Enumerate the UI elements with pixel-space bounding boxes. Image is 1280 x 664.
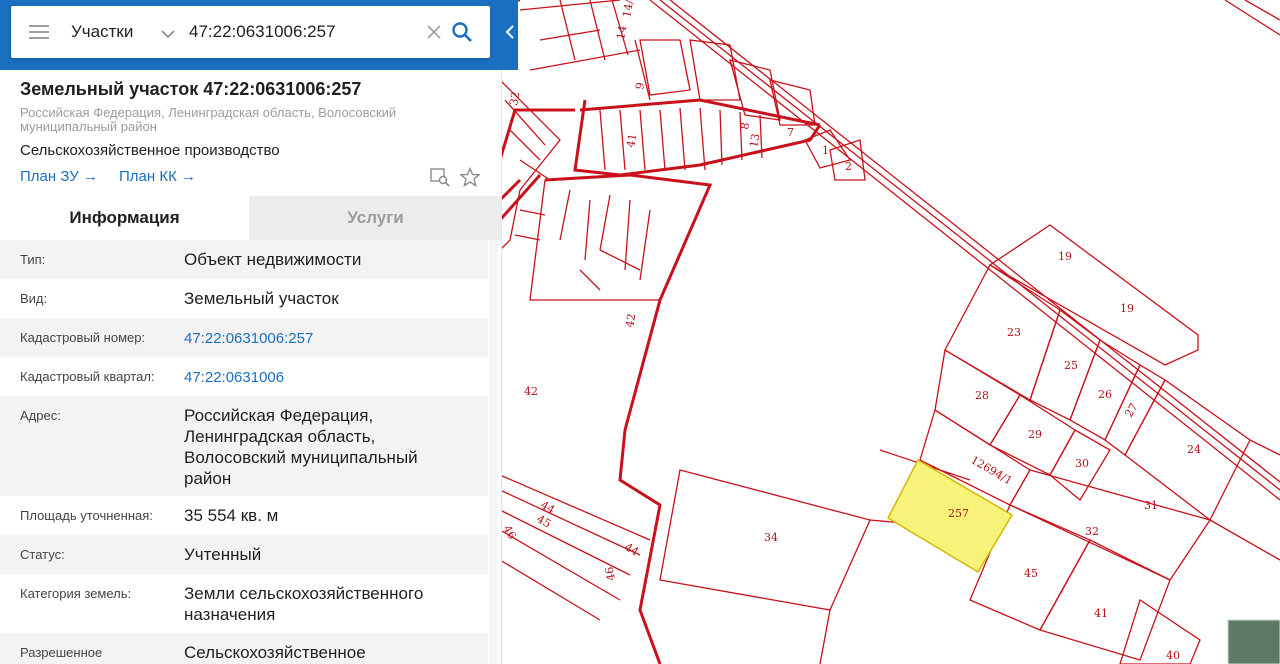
plot-number-label: 32 bbox=[507, 90, 522, 106]
plot-number-label: 28 bbox=[975, 389, 989, 402]
table-row: Статус: Учтенный bbox=[0, 535, 488, 574]
plot-number-label: 1 bbox=[822, 144, 829, 157]
village-plots bbox=[498, 0, 866, 664]
row-value: Земли сельскохозяйственного назначения bbox=[184, 584, 424, 624]
plot-number-label: 30 bbox=[1075, 457, 1089, 470]
plot-number-label: 31 bbox=[1144, 499, 1158, 512]
plot-number-label: 27 bbox=[1122, 401, 1140, 420]
satellite-layer-thumbnail[interactable] bbox=[1228, 620, 1280, 664]
chevron-left-icon bbox=[505, 25, 514, 39]
row-label: Вид: bbox=[20, 291, 48, 306]
table-row: Категория земель: Земли сельскохозяйстве… bbox=[0, 574, 488, 633]
info-panel: Земельный участок 47:22:0631006:257 Росс… bbox=[0, 70, 502, 664]
plot-number-label: 41 bbox=[1094, 607, 1108, 620]
field-plots bbox=[499, 224, 1280, 664]
category-select[interactable]: Участки bbox=[71, 22, 133, 42]
page-title: Земельный участок 47:22:0631006:257 bbox=[20, 79, 362, 99]
row-label: Тип: bbox=[20, 252, 46, 267]
row-label: Разрешенное использование: bbox=[20, 645, 114, 664]
favorite-star-icon[interactable] bbox=[459, 166, 481, 192]
plot-number-label: 24 bbox=[1187, 443, 1201, 456]
cadastral-quarter-link[interactable]: 47:22:0631006 bbox=[184, 367, 474, 388]
chevron-down-icon[interactable] bbox=[161, 26, 175, 44]
plot-number-label: 14/2 bbox=[620, 0, 637, 19]
plot-number-label: 23 bbox=[1007, 326, 1021, 339]
railway-lines bbox=[649, 0, 1280, 501]
row-value: Российская Федерация, Ленинградская обла… bbox=[184, 406, 418, 488]
table-row: Тип: Объект недвижимости bbox=[0, 240, 488, 279]
plan-zu-link[interactable]: План ЗУ → bbox=[20, 168, 98, 185]
tab-info[interactable]: Информация bbox=[0, 196, 249, 240]
collapse-panel-button[interactable] bbox=[502, 14, 518, 50]
table-row: Кадастровый номер: 47:22:0631006:257 bbox=[0, 318, 488, 357]
plot-number-label: 257 bbox=[948, 507, 969, 520]
plot-number-label: 13 bbox=[747, 132, 762, 148]
plot-number-label: 45 bbox=[1024, 567, 1038, 580]
plan-kk-link[interactable]: План КК → bbox=[119, 168, 196, 185]
table-row: Вид: Земельный участок bbox=[0, 279, 488, 318]
info-table: Тип: Объект недвижимости Вид: Земельный … bbox=[0, 240, 488, 664]
row-value: Объект недвижимости bbox=[184, 250, 362, 269]
cadastral-number-link[interactable]: 47:22:0631006:257 bbox=[184, 328, 474, 349]
plot-number-label: 19 bbox=[1058, 250, 1072, 263]
search-icon[interactable] bbox=[452, 22, 472, 47]
search-box: Участки 47:22:0631006:257 bbox=[11, 6, 490, 58]
plot-number-label: 42 bbox=[524, 385, 538, 398]
plot-number-label: 8 bbox=[738, 121, 752, 130]
hamburger-menu-icon[interactable] bbox=[29, 24, 49, 40]
plot-number-label: 41 bbox=[624, 132, 639, 148]
plot-use: Сельскохозяйственное производство bbox=[20, 142, 280, 159]
table-row: Кадастровый квартал: 47:22:0631006 bbox=[0, 357, 488, 396]
plot-number-label: 12694/1 bbox=[969, 453, 1015, 487]
row-value: 35 554 кв. м bbox=[184, 506, 279, 525]
table-row: Разрешенное использование: Сельскохозяйс… bbox=[0, 633, 488, 664]
plot-number-label: 29 bbox=[1028, 428, 1042, 441]
table-row: Адрес: Российская Федерация, Ленинградск… bbox=[0, 396, 488, 496]
search-input[interactable]: 47:22:0631006:257 bbox=[189, 22, 336, 42]
table-row: Площадь уточненная: 35 554 кв. м bbox=[0, 496, 488, 535]
find-on-map-icon[interactable] bbox=[430, 167, 450, 192]
row-value: Сельскохозяйственное bbox=[184, 643, 366, 662]
plot-number-label: 32 bbox=[1085, 525, 1099, 538]
scrollbar[interactable] bbox=[489, 240, 498, 664]
tab-bar: Информация Услуги bbox=[0, 196, 501, 240]
plot-number-label: 26 bbox=[1098, 388, 1112, 401]
row-label: Адрес: bbox=[20, 408, 61, 423]
plot-number-label: 44 bbox=[623, 540, 642, 558]
plot-number-label: 14 bbox=[614, 24, 629, 40]
plot-number-label: 19 bbox=[1120, 302, 1134, 315]
row-value: Учтенный bbox=[184, 545, 262, 564]
plot-address: Российская Федерация, Ленинградская обла… bbox=[20, 105, 397, 134]
row-label: Статус: bbox=[20, 547, 65, 562]
row-label: Категория земель: bbox=[20, 586, 132, 601]
row-value: Земельный участок bbox=[184, 289, 339, 308]
row-label: Кадастровый квартал: bbox=[20, 369, 155, 384]
plot-number-label: 46 bbox=[603, 566, 618, 582]
plot-number-label: 7 bbox=[787, 126, 794, 139]
row-label: Кадастровый номер: bbox=[20, 330, 146, 345]
plot-number-label: 34 bbox=[764, 531, 778, 544]
tab-services[interactable]: Услуги bbox=[249, 196, 501, 240]
row-label: Площадь уточненная: bbox=[20, 508, 153, 523]
clear-icon[interactable] bbox=[427, 25, 441, 44]
plot-number-label: 42 bbox=[623, 312, 638, 328]
plot-number-label: 40 bbox=[1166, 649, 1180, 662]
plot-number-label: 2 bbox=[845, 160, 852, 173]
top-search-bar: Участки 47:22:0631006:257 bbox=[0, 0, 518, 70]
plot-number-label: 25 bbox=[1064, 359, 1078, 372]
